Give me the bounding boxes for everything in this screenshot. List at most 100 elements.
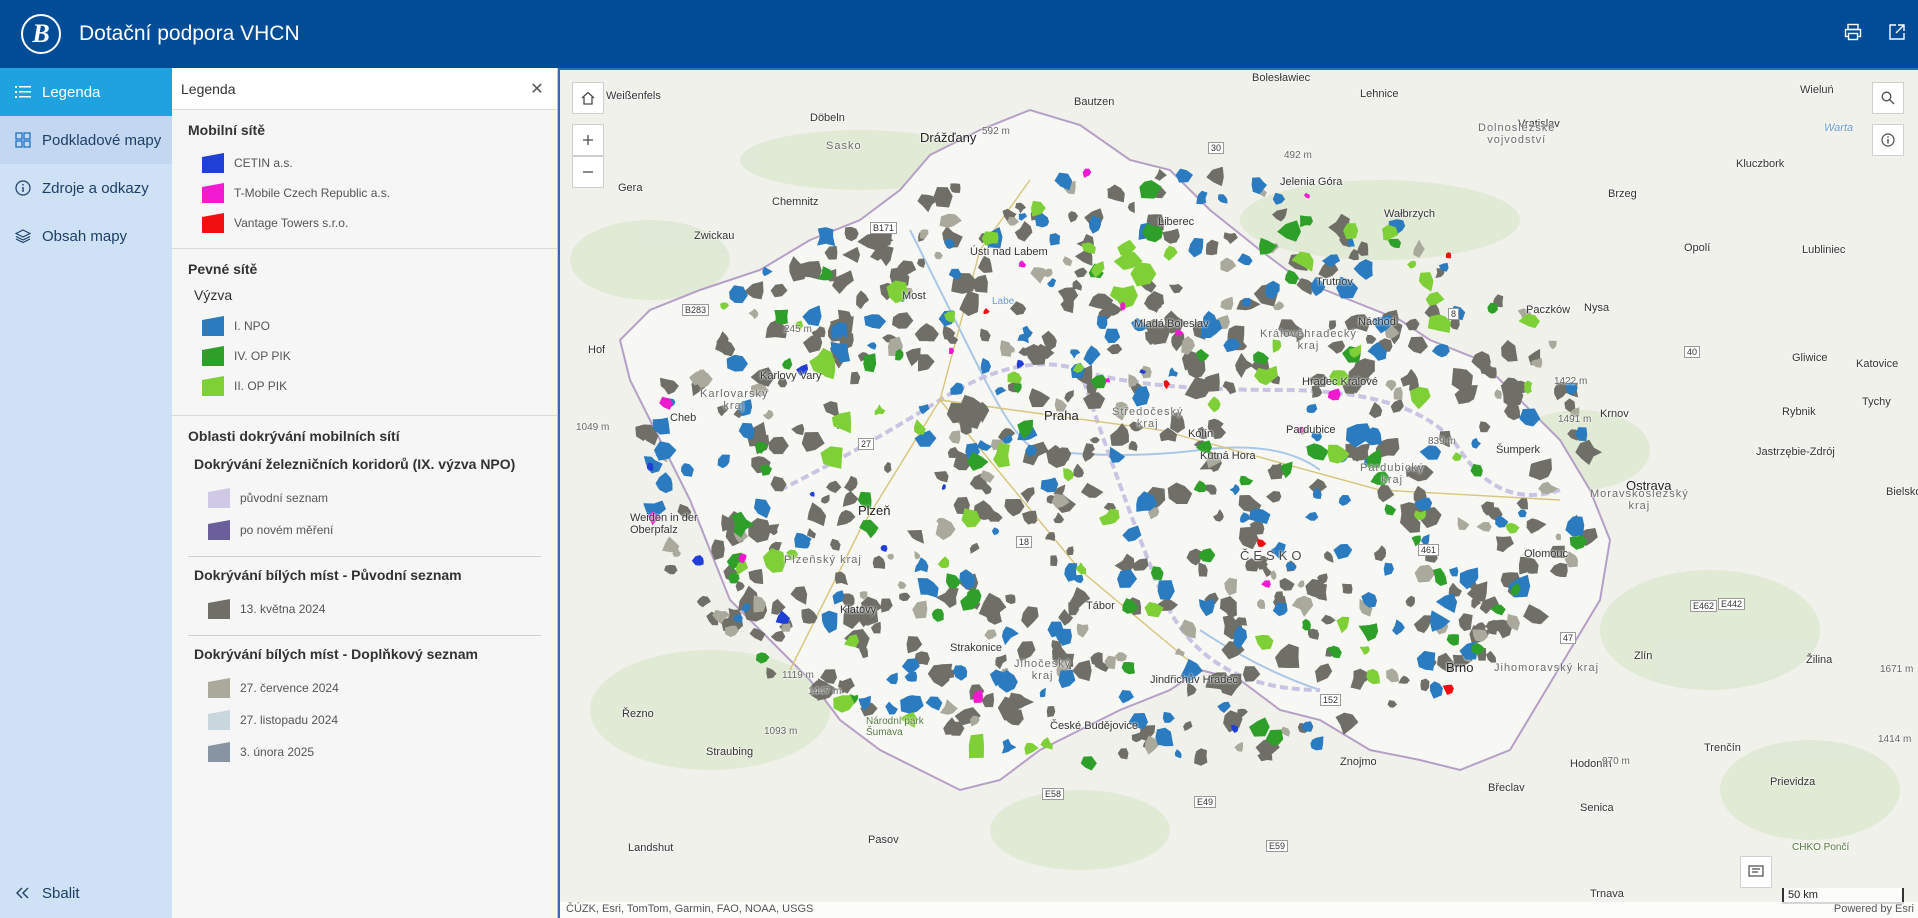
share-button[interactable] [1886,21,1908,43]
map-label-city: Bolesławiec [1252,72,1311,84]
legend-item: I. NPO [188,311,541,341]
map-label-river: Warta [1824,122,1854,134]
map-attribution: ČÚZK, Esri, TomTom, Garmin, FAO, NOAA, U… [560,902,1918,918]
legend-section-title: Pevné sítě [188,261,258,277]
map-label-elevation: 1447 m [808,686,842,697]
legend-item-label: II. OP PIK [234,379,288,393]
coverage-area-original[interactable] [1050,555,1058,567]
map-label-city: Paczków [1526,304,1571,316]
map-label-city: Kluczbork [1736,158,1785,170]
app-logo: B [21,14,61,54]
plus-icon [583,135,593,145]
legend-panel-header: Legenda ✕ [172,68,557,110]
info-icon [1881,133,1895,147]
map-label-city: Pardubice [1286,424,1336,436]
nav-item-sources[interactable]: Zdroje a odkazy [0,164,172,212]
map-label-city: Řezno [622,708,654,720]
map-label-city: Hradec Králové [1302,376,1378,388]
basemap-gallery-icon [14,131,32,149]
map-label-city: Zlín [1634,650,1653,662]
map-label-region: Královéhradecký kraj [1260,328,1357,352]
fixed-network-area-npo[interactable] [1242,297,1251,307]
legend-subtitle: Výzva [194,287,233,303]
road-shield: 27 [858,438,875,450]
map-view[interactable]: ČESKO Praha Plzeň Brno Ostrava Olomouc L… [558,68,1918,918]
legend-item: IV. OP PIK [188,341,541,371]
map-label-city: Tábor [1086,600,1115,612]
zoom-out-button[interactable] [572,156,604,188]
map-label-region: Moravskoslezský kraj [1590,488,1689,512]
legend-item-label: 3. února 2025 [240,745,315,759]
legend-group-title: Dokrývání bílých míst - Původní seznam [194,567,462,583]
map-label-city: Strakonice [950,642,1002,654]
zoom-in-button[interactable] [572,124,604,156]
map-label-city: Pasov [868,834,899,846]
attribution-text[interactable]: ČÚZK, Esri, TomTom, Garmin, FAO, NOAA, U… [566,903,813,917]
map-canvas[interactable] [560,70,1918,918]
map-label-city: Brzeg [1608,188,1637,200]
print-icon [1844,23,1862,41]
map-label-city: Brno [1446,660,1474,675]
nav-item-basemaps[interactable]: Podkladové mapy [0,116,172,164]
coverage-area-original[interactable] [711,539,725,561]
legend-group-title: Dokrývání bílých míst - Doplňkový seznam [194,646,478,662]
road-shield: 152 [1320,694,1342,706]
road-shield: E462 [1690,600,1718,612]
nav-item-map-contents[interactable]: Obsah mapy [0,212,172,260]
map-label-city: Most [902,290,926,302]
map-label-park: CHKO Pončí [1792,842,1850,853]
map-label-city: Drážďany [920,130,977,145]
map-label-elevation: 492 m [1284,150,1312,161]
legend-swatch [202,213,224,233]
map-label-region: Jihomoravský kraj [1494,662,1600,674]
road-shield: E49 [1194,796,1217,808]
map-label-elevation: 1414 m [1878,734,1912,745]
legend-swatch [208,678,230,698]
print-button[interactable] [1842,21,1864,43]
road-shield: 18 [1016,536,1033,548]
legend-swatch [208,599,230,619]
map-info-button[interactable] [1872,124,1904,156]
legend-panel-title: Legenda [181,80,236,97]
collapse-button[interactable]: Sbalit [0,868,172,918]
collapse-label: Sbalit [42,884,80,902]
map-label-city: Lubliniec [1802,244,1846,256]
app-title: Dotační podpora VHCN [79,22,300,45]
map-label-city: Olomouc [1524,548,1569,560]
powered-by-text[interactable]: Powered by Esri [1834,903,1914,917]
map-legend-toggle-button[interactable] [1740,856,1772,888]
map-label-city: Klatovy [840,604,877,616]
legend-section-title: Mobilní sítě [188,122,265,138]
map-label-city: Šumperk [1496,444,1541,456]
legend-item-label: 13. května 2024 [240,602,326,616]
map-label-country: ČESKO [1240,548,1306,563]
legend-group-original: Dokrývání bílých míst - Původní seznam 1… [188,557,541,636]
legend-section-coverage: Oblasti dokrývání mobilních sítí Dokrývá… [172,416,557,790]
map-label-city: Cheb [670,412,697,424]
map-label-city: Jelenia Góra [1280,176,1343,188]
map-label-elevation: 1119 m [782,670,814,681]
close-icon[interactable]: ✕ [527,79,547,99]
search-button[interactable] [1872,82,1904,114]
map-label-city: Trenčín [1704,742,1741,754]
map-label-elevation: 1093 m [764,726,798,737]
fixed-network-area-npo[interactable] [1049,233,1061,246]
fixed-network-area-op-pik-iv[interactable] [863,353,877,373]
fixed-network-area-op-pik-ii[interactable] [968,733,984,759]
legend-swatch [202,316,224,336]
map-label-city: Döbeln [810,112,845,124]
map-label-elevation: 1049 m [576,422,610,433]
fixed-network-area-op-pik-iv[interactable] [774,309,789,325]
legend-item-label: 27. července 2024 [240,681,339,695]
map-label-city: Praha [1044,408,1079,423]
road-shield: E442 [1718,598,1746,610]
legend-swatch [208,710,230,730]
legend-panel: Legenda ✕ Mobilní sítě CETIN a.s. T-Mobi… [172,68,558,918]
nav-item-legend[interactable]: Legenda [0,68,172,116]
home-button[interactable] [572,82,604,114]
map-label-city: Krnov [1600,408,1629,420]
legend-item: po novém měření [194,514,541,546]
coverage-area-original[interactable] [1342,583,1353,594]
map-label-region: Sasko [826,140,862,152]
map-label-city: Náchod [1358,316,1396,328]
